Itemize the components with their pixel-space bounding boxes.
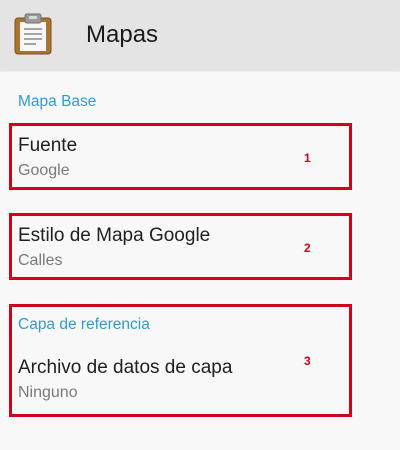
annotation-box-1 bbox=[9, 123, 352, 190]
annotation-box-3 bbox=[9, 304, 352, 417]
page-title: Mapas bbox=[86, 21, 159, 48]
section-header-mapa-base: Mapa Base bbox=[18, 93, 97, 110]
annotation-box-2 bbox=[9, 213, 352, 280]
app-bar: Mapas bbox=[0, 0, 400, 70]
annotation-number-2: 2 bbox=[304, 241, 311, 255]
annotation-number-3: 3 bbox=[304, 354, 311, 368]
clipboard-icon bbox=[14, 13, 52, 55]
annotation-number-1: 1 bbox=[304, 151, 311, 165]
